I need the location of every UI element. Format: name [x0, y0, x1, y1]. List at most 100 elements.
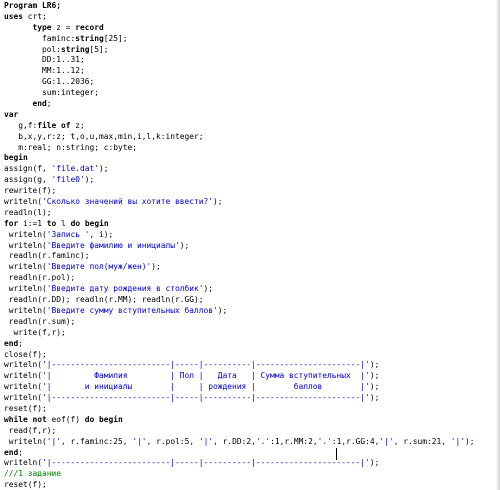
- code-token: );: [369, 393, 380, 403]
- code-token: :1,r.GG:4,: [331, 436, 380, 446]
- code-token: , r.sum:21,: [393, 436, 451, 446]
- code-token: reset(f);: [4, 480, 47, 490]
- code-line[interactable]: end;: [4, 448, 500, 459]
- code-token: [5];: [89, 44, 109, 54]
- code-token: pol:: [4, 44, 62, 54]
- code-token: );: [464, 436, 475, 446]
- code-line[interactable]: write(f,r);: [4, 328, 500, 339]
- code-line[interactable]: reset(f);: [4, 404, 500, 415]
- code-line[interactable]: writeln('Введите фамилию и инициалы');: [4, 241, 500, 252]
- code-token: l: [56, 218, 71, 228]
- code-line[interactable]: DD:1..31;: [4, 55, 500, 66]
- code-line[interactable]: faminc:string[25];: [4, 34, 500, 45]
- code-line[interactable]: writeln('Введите пол(муж/жен)');: [4, 262, 500, 273]
- code-line[interactable]: close(f);: [4, 350, 500, 361]
- code-editor[interactable]: Program LR6; uses crt; type z = record fa…: [0, 0, 500, 490]
- code-line[interactable]: writeln('|', r.faminc:25, '|', r.pol:5, …: [4, 437, 500, 448]
- code-string: 'Введите дату рождения в столбик': [46, 284, 204, 294]
- code-keyword: begin: [4, 153, 28, 163]
- code-token: write(f,r);: [4, 327, 66, 337]
- code-token: readln(r.faminc);: [4, 251, 90, 261]
- code-line[interactable]: writeln('Сколько значений вы хотите ввес…: [4, 197, 500, 208]
- code-string: '.': [317, 436, 332, 446]
- code-string: 'Запись ': [46, 229, 90, 239]
- code-line[interactable]: end;: [4, 99, 500, 110]
- code-line[interactable]: pol:string[5];: [4, 45, 500, 56]
- code-string: 'Введите пол(муж/жен)': [46, 262, 152, 272]
- code-keyword: end: [4, 99, 47, 109]
- code-token: writeln(: [4, 305, 47, 315]
- code-line[interactable]: readln(l);: [4, 208, 500, 219]
- code-line[interactable]: while not eof(f) do begin: [4, 415, 500, 426]
- code-line[interactable]: readln(r.pol);: [4, 273, 500, 284]
- code-line[interactable]: type z = record: [4, 23, 500, 34]
- code-token: assign(f,: [4, 164, 52, 174]
- code-line[interactable]: readln(r.sum);: [4, 317, 500, 328]
- code-token: );: [203, 284, 214, 294]
- code-line[interactable]: writeln('| Фамилия | Пол | Дата | Сумма …: [4, 371, 500, 382]
- code-line[interactable]: GG:1..2036;: [4, 77, 500, 88]
- code-text-area[interactable]: Program LR6; uses crt; type z = record fa…: [0, 0, 500, 490]
- code-line[interactable]: for i:=1 to l do begin: [4, 219, 500, 230]
- code-token: faminc:: [4, 33, 76, 43]
- code-token: i:=1: [18, 218, 47, 228]
- code-token: );: [217, 305, 228, 315]
- code-line[interactable]: readln(r.DD); readln(r.MM); readln(r.GG)…: [4, 295, 500, 306]
- code-line[interactable]: reset(f);: [4, 480, 500, 490]
- code-token: writeln(: [4, 284, 47, 294]
- code-keyword: to: [46, 218, 57, 228]
- code-keyword: do begin: [84, 414, 123, 424]
- code-keyword: while not: [4, 414, 47, 424]
- code-token: , r.DD:2,: [213, 436, 256, 446]
- code-string: 'file.dat': [51, 164, 100, 174]
- code-line[interactable]: writeln('|-------------------------|----…: [4, 458, 500, 469]
- code-token: );: [369, 382, 380, 392]
- code-token: , i);: [89, 229, 114, 239]
- code-line[interactable]: b,x,y,r:z; t,o,u,max,min,i,l,k:integer;: [4, 132, 500, 143]
- code-line[interactable]: assign(g, 'file0');: [4, 175, 500, 186]
- code-line[interactable]: writeln('|-------------------------|----…: [4, 360, 500, 371]
- code-line[interactable]: uses crt;: [4, 12, 500, 23]
- code-line[interactable]: writeln('Запись ', i);: [4, 230, 500, 241]
- code-line[interactable]: sum:integer;: [4, 88, 500, 99]
- code-line[interactable]: begin: [4, 153, 500, 164]
- code-keyword: end: [4, 338, 19, 348]
- code-token: writeln(: [4, 240, 47, 250]
- code-token: readln(r.pol);: [4, 273, 76, 283]
- code-token: writeln(: [4, 360, 43, 370]
- code-line[interactable]: var: [4, 110, 500, 121]
- code-token: readln(l);: [4, 207, 52, 217]
- code-token: , r.faminc:25,: [61, 436, 133, 446]
- code-token: );: [369, 360, 380, 370]
- code-token: :1,r.MM:2,: [270, 436, 318, 446]
- code-line[interactable]: readln(r.faminc);: [4, 251, 500, 262]
- code-token: close(f);: [4, 349, 47, 359]
- code-line[interactable]: end;: [4, 339, 500, 350]
- code-line[interactable]: MM:1..12;: [4, 66, 500, 77]
- code-line[interactable]: rewrite(f);: [4, 186, 500, 197]
- code-string: '.': [255, 436, 271, 446]
- code-line[interactable]: assign(f, 'file.dat');: [4, 164, 500, 175]
- code-token: ;: [46, 99, 52, 109]
- code-line[interactable]: writeln('Введите дату рождения в столбик…: [4, 284, 500, 295]
- code-token: );: [369, 458, 380, 468]
- code-line[interactable]: writeln('| и инициалы | | рождения | бал…: [4, 382, 500, 393]
- code-token: read(f,r);: [4, 425, 57, 435]
- code-keyword: Program LR6;: [4, 1, 62, 10]
- code-line[interactable]: m:real; n:string; c:byte;: [4, 143, 500, 154]
- code-string: '|-------------------------|-----|------…: [42, 360, 370, 370]
- code-string: 'Введите фамилию и инициалы': [46, 240, 180, 250]
- code-string: '|': [132, 436, 147, 446]
- code-line[interactable]: Program LR6;: [4, 1, 500, 12]
- code-line[interactable]: ///1 задание: [4, 469, 500, 480]
- code-line[interactable]: writeln('Введите сумму вступительных бал…: [4, 306, 500, 317]
- code-line[interactable]: g,f:file of z;: [4, 121, 500, 132]
- code-string: '|': [379, 436, 394, 446]
- code-token: DD:1..31;: [4, 55, 85, 65]
- code-line[interactable]: writeln('|-------------------------|----…: [4, 393, 500, 404]
- code-string: 'Сколько значений вы хотите ввести?': [42, 197, 214, 207]
- code-token: writeln(: [4, 197, 43, 207]
- code-token: );: [369, 371, 380, 381]
- code-string: '| Фамилия | Пол | Дата | Сумма вступите…: [42, 371, 370, 381]
- code-line[interactable]: read(f,r);: [4, 426, 500, 437]
